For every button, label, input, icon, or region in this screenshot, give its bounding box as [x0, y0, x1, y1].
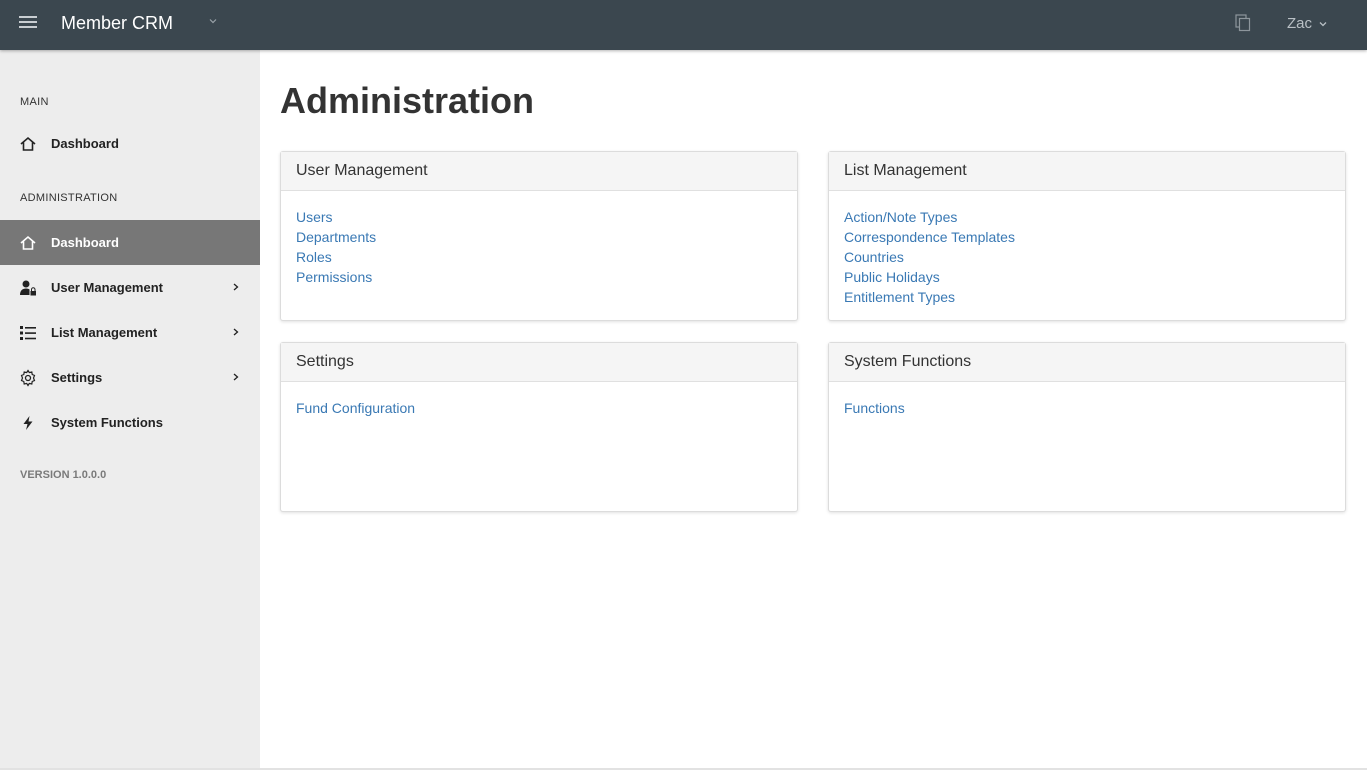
panel-body: Fund Configuration [281, 382, 797, 434]
gear-icon [18, 368, 38, 388]
panel-title: List Management [829, 152, 1345, 191]
user-menu[interactable]: Zac [1287, 15, 1328, 32]
home-icon [18, 134, 38, 154]
link-countries[interactable]: Countries [844, 247, 1330, 267]
page-title: Administration [280, 80, 535, 121]
panel-list-management: List Management Action/Note Types Corres… [828, 151, 1346, 321]
panel-title: User Management [281, 152, 797, 191]
version-label: VERSION 1.0.0.0 [20, 469, 107, 481]
sidebar-item-label: User Management [51, 280, 163, 295]
sidebar: MAIN Dashboard ADMINISTRATION Dashboard … [0, 50, 260, 770]
user-name: Zac [1287, 15, 1313, 32]
app-title[interactable]: Member CRM [61, 13, 173, 34]
sidebar-item-list-management[interactable]: List Management [0, 310, 260, 355]
sidebar-item-label: List Management [51, 325, 158, 340]
hamburger-menu-icon[interactable] [19, 16, 37, 30]
copy-icon[interactable] [1235, 14, 1251, 32]
link-functions[interactable]: Functions [844, 398, 1330, 418]
sidebar-item-label: Settings [51, 370, 103, 385]
sidebar-item-label: Dashboard [51, 136, 119, 151]
panel-body: Functions [829, 382, 1345, 434]
sidebar-item-user-management[interactable]: User Management [0, 265, 260, 310]
home-icon [18, 233, 38, 253]
chevron-down-icon[interactable] [207, 15, 219, 27]
link-public-holidays[interactable]: Public Holidays [844, 267, 1330, 287]
panel-settings: Settings Fund Configuration [280, 342, 798, 512]
user-lock-icon [18, 278, 38, 298]
top-bar: Member CRM Zac [0, 0, 1367, 50]
sidebar-item-main-dashboard[interactable]: Dashboard [0, 121, 260, 166]
sidebar-item-system-functions[interactable]: System Functions [0, 400, 260, 445]
link-entitlement-types[interactable]: Entitlement Types [844, 287, 1330, 307]
link-permissions[interactable]: Permissions [296, 267, 782, 287]
sidebar-item-label: Dashboard [51, 235, 119, 250]
sidebar-section-main: MAIN [20, 96, 49, 108]
sidebar-item-label: System Functions [51, 415, 163, 430]
chevron-down-icon [1319, 21, 1327, 26]
panel-body: Action/Note Types Correspondence Templat… [829, 191, 1345, 323]
chevron-right-icon [233, 283, 239, 291]
panel-title: Settings [281, 343, 797, 382]
panel-system-functions: System Functions Functions [828, 342, 1346, 512]
sidebar-section-administration: ADMINISTRATION [20, 192, 118, 204]
sidebar-item-admin-dashboard[interactable]: Dashboard [0, 220, 260, 265]
link-fund-configuration[interactable]: Fund Configuration [296, 398, 782, 418]
chevron-right-icon [233, 328, 239, 336]
chevron-right-icon [233, 373, 239, 381]
sidebar-item-settings[interactable]: Settings [0, 355, 260, 400]
list-icon [18, 323, 38, 343]
link-departments[interactable]: Departments [296, 227, 782, 247]
link-correspondence-templates[interactable]: Correspondence Templates [844, 227, 1330, 247]
panel-user-management: User Management Users Departments Roles … [280, 151, 798, 321]
link-action-note-types[interactable]: Action/Note Types [844, 207, 1330, 227]
main-content: Administration User Management Users Dep… [260, 50, 1367, 770]
link-roles[interactable]: Roles [296, 247, 782, 267]
link-users[interactable]: Users [296, 207, 782, 227]
panel-title: System Functions [829, 343, 1345, 382]
bolt-icon [18, 413, 38, 433]
panel-body: Users Departments Roles Permissions [281, 191, 797, 303]
